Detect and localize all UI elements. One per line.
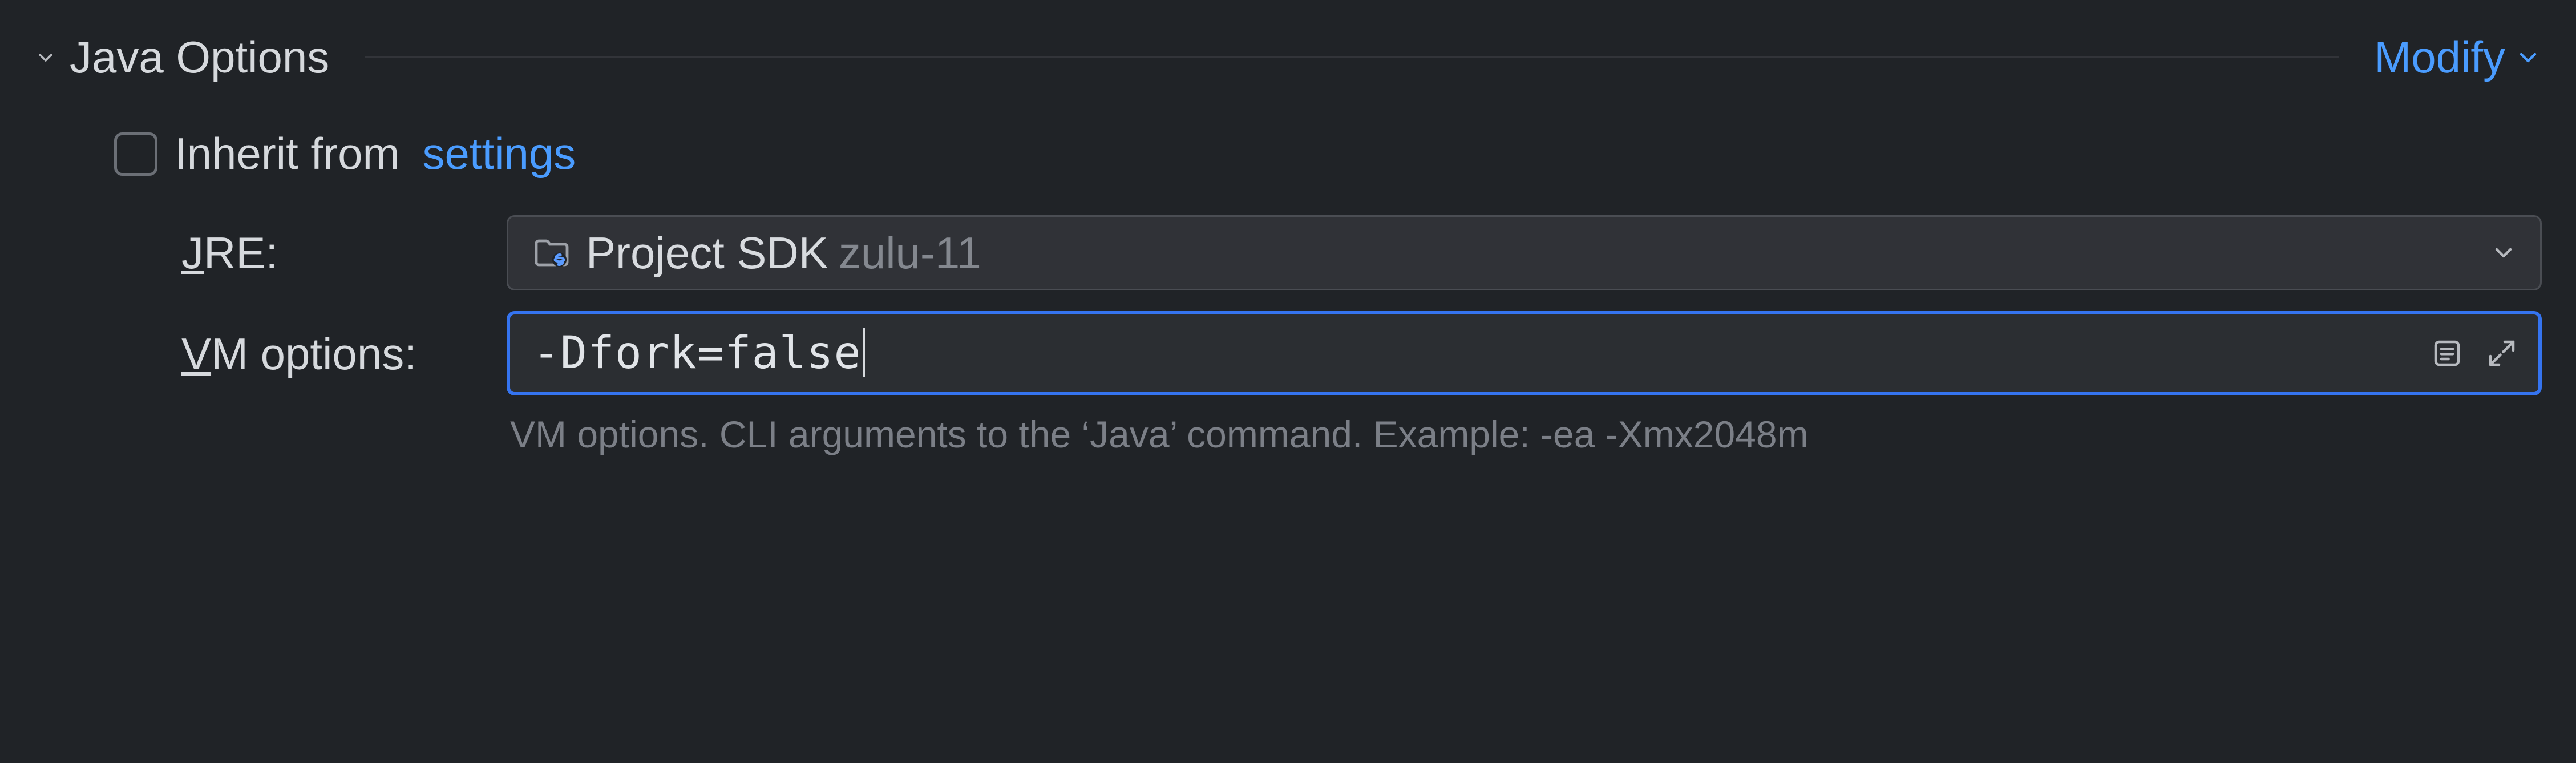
java-options-panel: Java Options Modify Inherit from setting… — [0, 0, 2576, 511]
vm-options-input[interactable]: -Dfork=false — [507, 311, 2542, 395]
vm-options-value: -Dfork=false — [533, 328, 862, 379]
textfield-actions — [2430, 336, 2519, 370]
text-caret — [863, 328, 865, 377]
modify-label: Modify — [2374, 31, 2505, 83]
vm-options-row: VM options: -Dfork=false — [181, 311, 2542, 456]
inline-list-icon[interactable] — [2430, 336, 2464, 370]
vm-options-label: VM options: — [181, 311, 507, 380]
section-title: Java Options — [70, 31, 329, 83]
inherit-checkbox[interactable] — [114, 132, 157, 176]
modify-button[interactable]: Modify — [2374, 31, 2542, 83]
collapse-toggle[interactable] — [34, 46, 57, 69]
inherit-label: Inherit from — [175, 128, 399, 180]
jre-dropdown[interactable]: Project SDK zulu-11 — [507, 215, 2542, 290]
module-folder-icon — [531, 232, 572, 273]
section-header: Java Options Modify — [34, 31, 2542, 83]
settings-link[interactable]: settings — [422, 128, 576, 180]
jre-value: Project SDK — [586, 227, 828, 279]
jre-sub-value: zulu-11 — [839, 227, 981, 279]
expand-icon[interactable] — [2485, 336, 2519, 370]
jre-row: JRE: Project SDK zulu-11 — [181, 215, 2542, 290]
inherit-row: Inherit from settings — [114, 128, 2542, 180]
chevron-down-icon — [2490, 239, 2517, 267]
section-divider — [365, 56, 2339, 58]
jre-label: JRE: — [181, 227, 507, 279]
vm-options-hint: VM options. CLI arguments to the ‘Java’ … — [510, 413, 2542, 456]
chevron-down-icon — [2514, 44, 2542, 71]
